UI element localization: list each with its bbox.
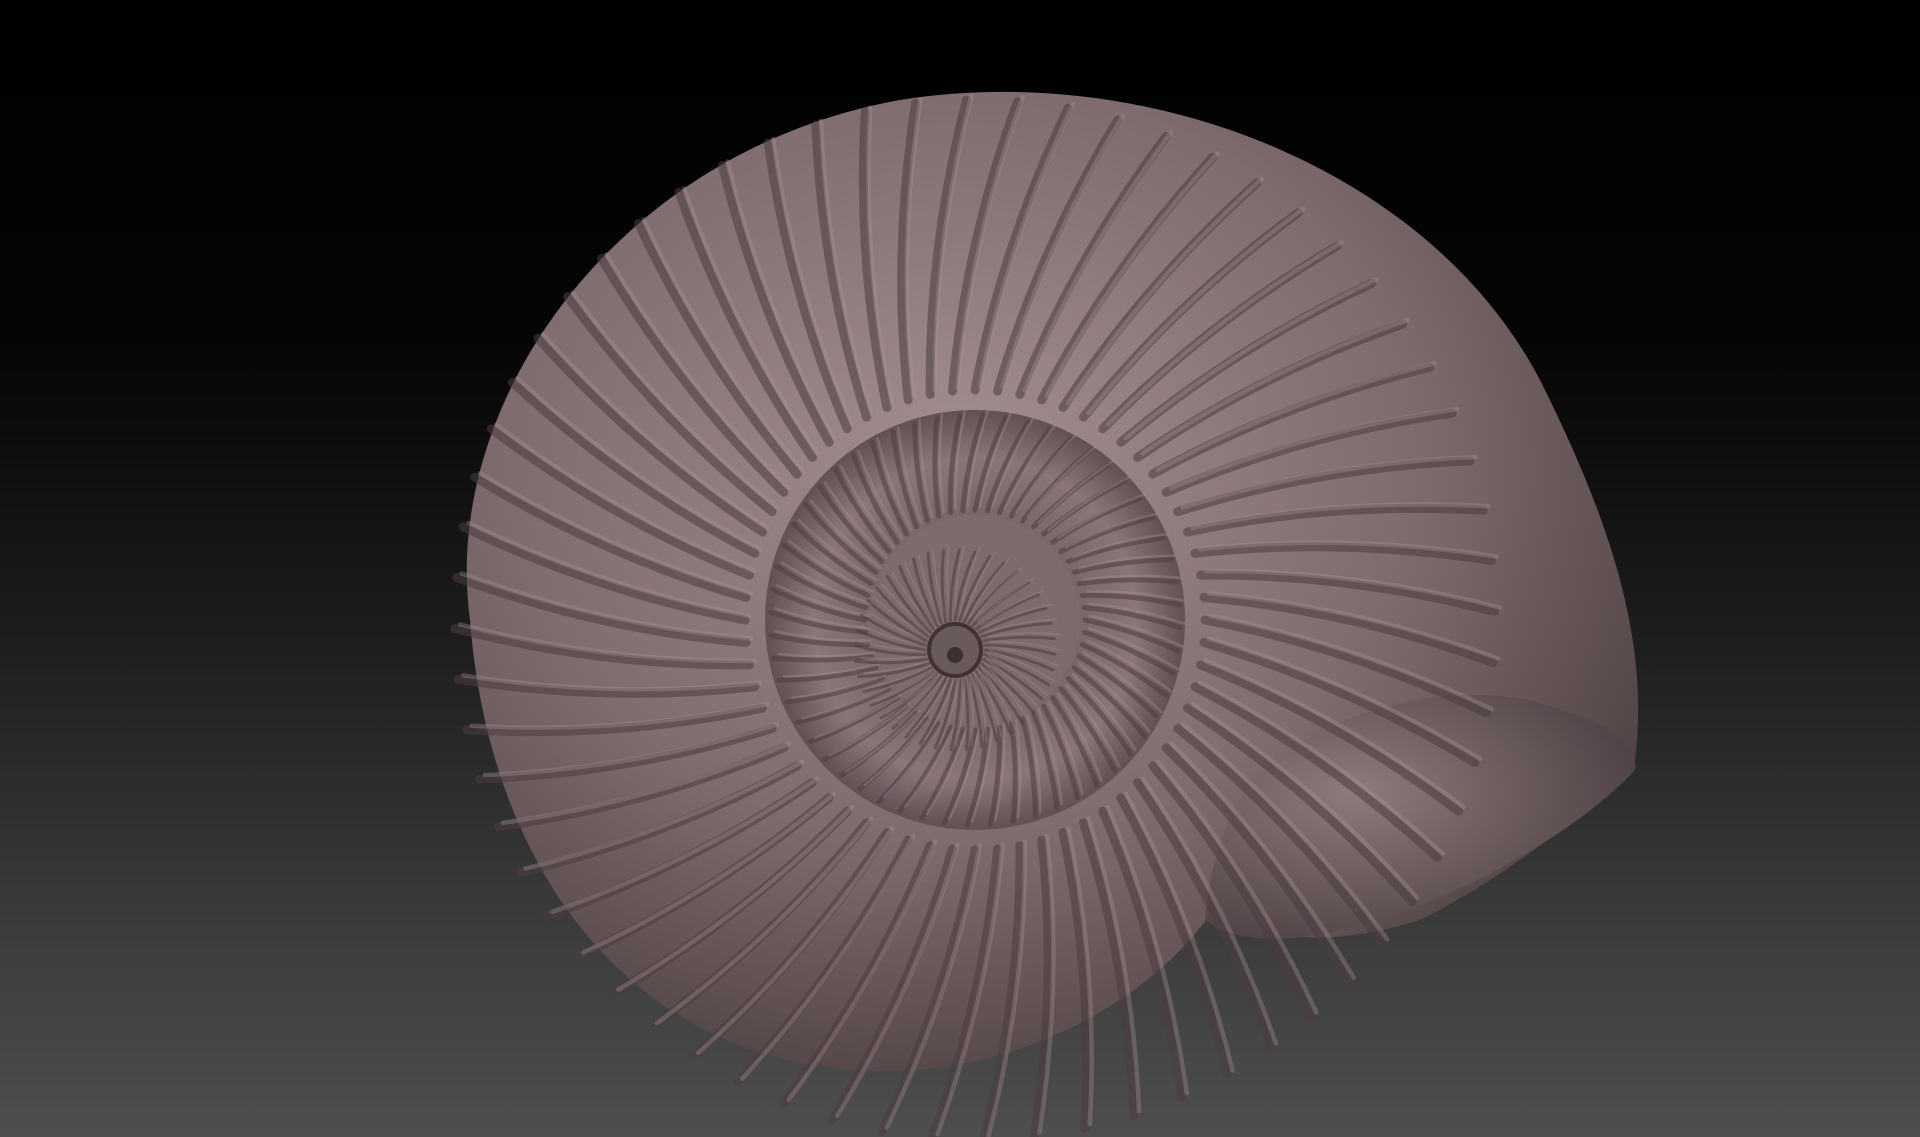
shell-center (947, 647, 963, 663)
sculpt-viewport[interactable] (0, 0, 1920, 1137)
ammonite-shell-icon (450, 91, 1639, 1137)
